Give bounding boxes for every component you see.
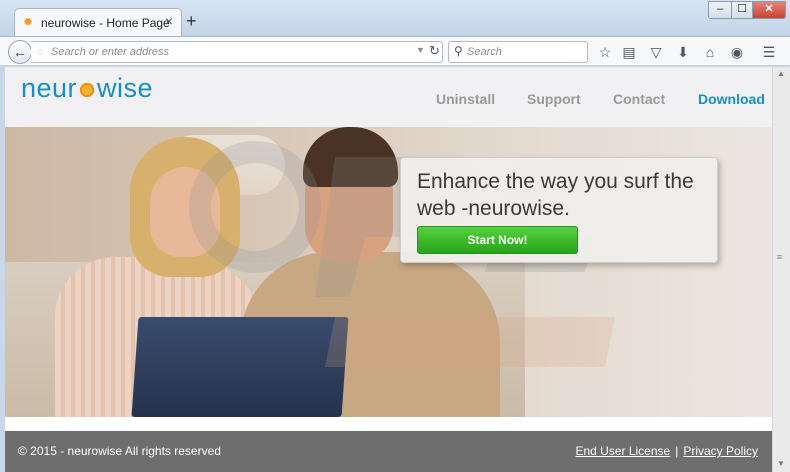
download-icon[interactable]: ⬇ bbox=[674, 43, 692, 61]
vertical-scrollbar[interactable]: ▲ ≡ ▼ bbox=[772, 67, 790, 472]
privacy-policy-link[interactable]: Privacy Policy bbox=[683, 444, 758, 458]
minimize-button[interactable]: – bbox=[708, 1, 732, 19]
nav-support[interactable]: Support bbox=[527, 91, 581, 107]
scroll-grip-icon[interactable]: ≡ bbox=[777, 253, 782, 262]
footer-links: End User License | Privacy Policy bbox=[575, 444, 758, 458]
search-bar[interactable]: ⚲ bbox=[448, 41, 588, 63]
nav-contact[interactable]: Contact bbox=[613, 91, 665, 107]
start-now-button[interactable]: Start Now! bbox=[417, 226, 578, 254]
reload-icon[interactable]: ↻ bbox=[429, 43, 440, 59]
web-page: neur wise Uninstall Support Contact Downl… bbox=[5, 67, 772, 472]
scroll-up-icon[interactable]: ▲ bbox=[777, 69, 785, 78]
search-icon: ⚲ bbox=[454, 44, 463, 58]
footer-separator: | bbox=[675, 444, 679, 458]
menu-icon[interactable]: ☰ bbox=[760, 43, 778, 61]
address-bar[interactable]: ◌ ▼ ↻ bbox=[31, 41, 443, 63]
nav-download[interactable]: Download bbox=[698, 91, 765, 107]
promo-box: Enhance the way you surf the web -neurow… bbox=[400, 157, 718, 263]
hero-banner: Enhance the way you surf the web -neurow… bbox=[5, 127, 772, 417]
close-button[interactable]: ✕ bbox=[752, 1, 786, 19]
sun-icon bbox=[78, 81, 97, 99]
reading-list-icon[interactable]: ▤ bbox=[620, 43, 638, 61]
browser-titlebar: ✹ neurowise - Home Page × + – ☐ ✕ bbox=[0, 0, 790, 36]
copyright-text: © 2015 - neurowise All rights reserved bbox=[18, 444, 221, 458]
firefox-tab-icon: ✹ bbox=[23, 15, 34, 29]
browser-tab[interactable]: ✹ neurowise - Home Page × bbox=[14, 8, 182, 36]
address-input[interactable] bbox=[51, 44, 411, 60]
end-user-license-link[interactable]: End User License bbox=[575, 444, 670, 458]
history-dropdown-icon[interactable]: ▼ bbox=[416, 45, 425, 55]
pocket-icon[interactable]: ▽ bbox=[647, 43, 665, 61]
search-input[interactable] bbox=[467, 44, 582, 60]
chat-icon[interactable]: ◉ bbox=[728, 43, 746, 61]
bookmark-star-icon[interactable]: ☆ bbox=[596, 43, 614, 61]
tab-title: neurowise - Home Page bbox=[41, 16, 170, 30]
page-icon: ◌ bbox=[37, 46, 44, 58]
home-icon[interactable]: ⌂ bbox=[701, 43, 719, 61]
content-spacer bbox=[5, 417, 772, 431]
maximize-button[interactable]: ☐ bbox=[731, 1, 753, 19]
site-footer: © 2015 - neurowise All rights reserved E… bbox=[5, 431, 772, 472]
back-button[interactable]: ← bbox=[8, 40, 32, 64]
hero-heading: Enhance the way you surf the web -neurow… bbox=[417, 170, 694, 220]
browser-toolbar: ← ◌ ▼ ↻ ⚲ ☆ ▤ ▽ ⬇ ⌂ ◉ ☰ bbox=[0, 36, 790, 66]
tab-close-icon[interactable]: × bbox=[165, 14, 173, 28]
nav-uninstall[interactable]: Uninstall bbox=[436, 91, 495, 107]
neurowise-logo[interactable]: neur wise bbox=[21, 73, 153, 104]
site-header: neur wise Uninstall Support Contact Downl… bbox=[5, 67, 772, 127]
scroll-down-icon[interactable]: ▼ bbox=[777, 459, 785, 468]
new-tab-button[interactable]: + bbox=[186, 12, 197, 30]
logo-text-start: neur bbox=[21, 73, 78, 103]
logo-text-end: wise bbox=[97, 73, 154, 103]
back-icon: ← bbox=[13, 44, 27, 60]
